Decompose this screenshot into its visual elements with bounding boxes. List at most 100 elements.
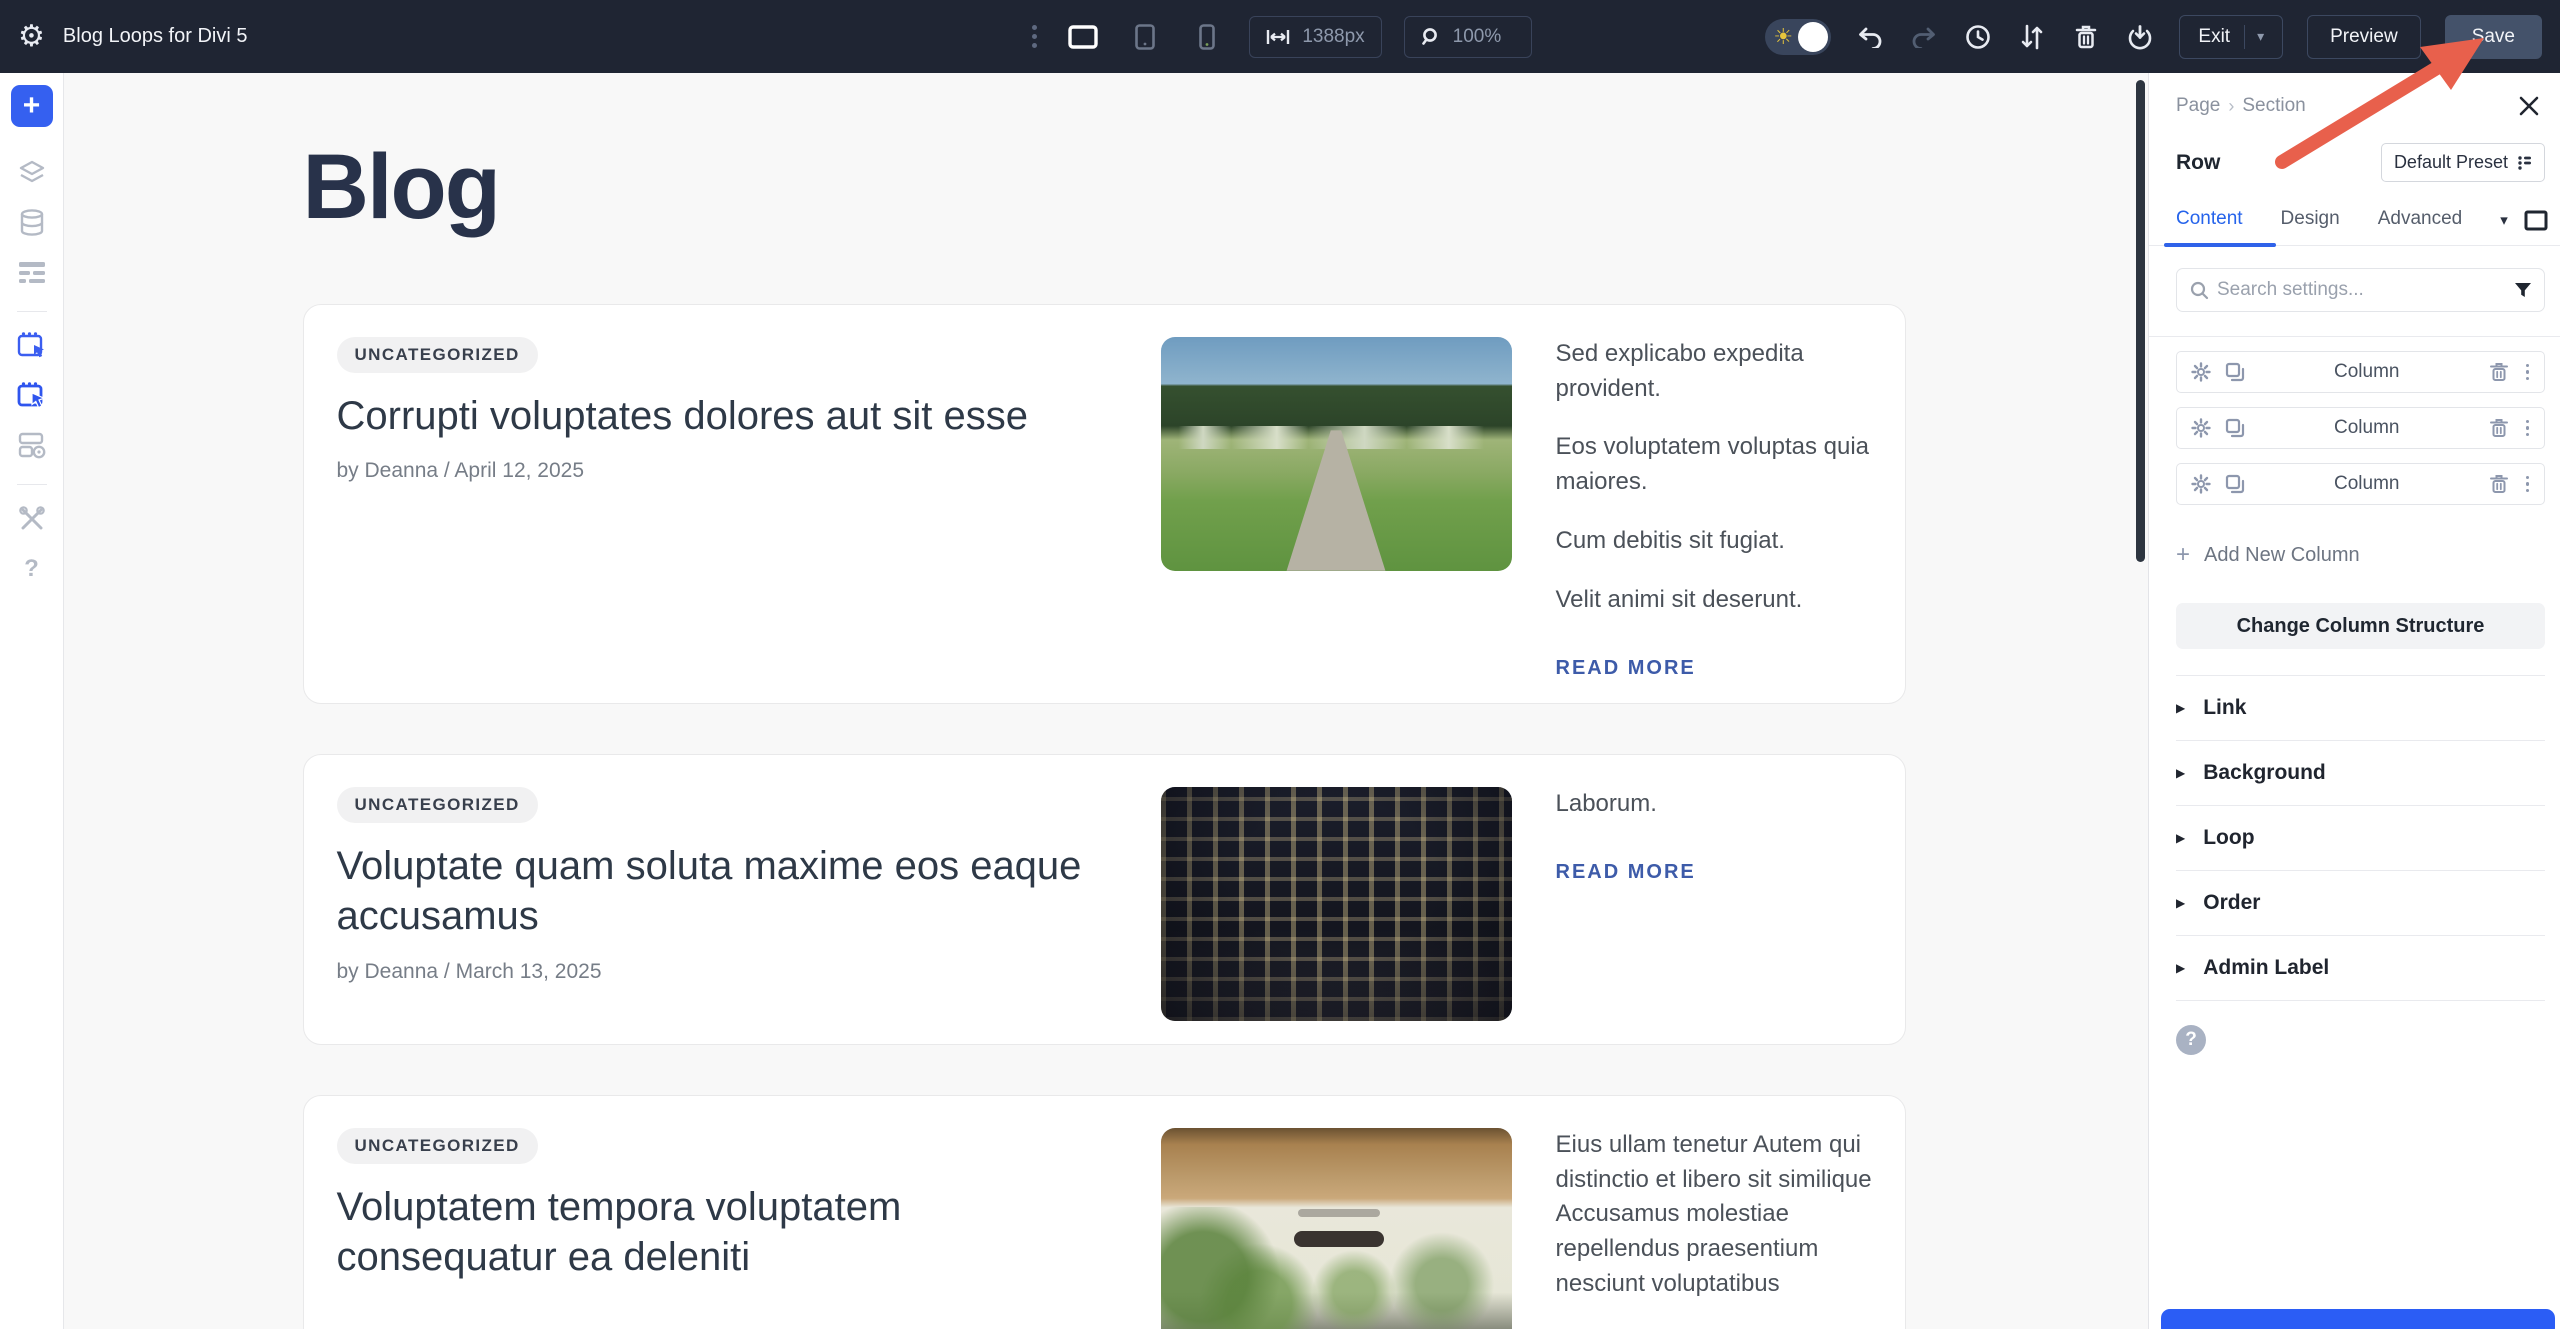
toolbar-kebab-menu-icon[interactable] [1028,21,1041,52]
column-duplicate-icon[interactable] [2223,416,2247,440]
default-preset-button[interactable]: Default Preset [2381,143,2545,182]
read-more-link[interactable]: READ MORE [1556,654,1696,683]
column-row-3[interactable]: Column [2176,463,2545,505]
desktop-view-button[interactable] [1063,17,1103,57]
column-delete-trash-icon[interactable] [2487,472,2511,496]
window-cursor-icon [17,331,47,361]
column-duplicate-icon[interactable] [2223,360,2247,384]
section-loop[interactable]: ▶ Loop [2176,805,2545,870]
change-column-structure-button[interactable]: Change Column Structure [2176,603,2545,649]
post-meta[interactable]: by Deanna / March 13, 2025 [337,960,1117,984]
undo-icon [1857,26,1883,48]
zoom-level-input[interactable]: 100% [1404,16,1532,58]
post-title[interactable]: Corrupti voluptates dolores aut sit esse [337,391,1117,441]
read-more-link[interactable]: READ MORE [1556,858,1696,887]
phone-view-button[interactable] [1187,17,1227,57]
canvas-width-input[interactable]: 1388px [1249,16,1381,58]
page-structure-button[interactable] [12,253,52,293]
page-settings-gear-icon[interactable]: ⚙ [18,22,45,52]
post-category-badge[interactable]: UNCATEGORIZED [337,337,538,373]
section-link[interactable]: ▶ Link [2176,675,2545,740]
post-category-badge[interactable]: UNCATEGORIZED [337,787,538,823]
blog-heading[interactable]: Blog [303,135,1906,241]
desktop-preview-icon[interactable] [2524,210,2548,231]
excerpt-paragraph: Eos voluptatem voluptas quia maiores. [1556,430,1899,500]
post-title[interactable]: Voluptate quam soluta maxime eos eaque a… [337,841,1117,942]
close-icon [2516,93,2542,119]
column-kebab-menu-icon[interactable] [2523,361,2533,384]
column-row-label: Column [2247,417,2487,439]
search-settings-input[interactable] [2176,268,2545,312]
blog-post-card[interactable]: UNCATEGORIZED Corrupti voluptates dolore… [303,304,1906,704]
column-row-2[interactable]: Column [2176,407,2545,449]
plus-icon: + [2176,543,2190,567]
post-thumbnail-night-building[interactable] [1161,787,1512,1021]
section-admin-label[interactable]: ▶ Admin Label [2176,935,2545,1000]
column-kebab-menu-icon[interactable] [2523,417,2533,440]
panel-save-bar[interactable] [2161,1309,2555,1329]
section-label: Link [2203,696,2246,720]
column-delete-trash-icon[interactable] [2487,360,2511,384]
toolbar-center-group: 1388px 100% [1028,16,1531,58]
layers-panel-button[interactable] [12,153,52,193]
tablet-view-button[interactable] [1125,17,1165,57]
click-mode-button[interactable] [12,326,52,366]
column-kebab-menu-icon[interactable] [2523,473,2533,496]
layers-icon [17,158,47,188]
close-panel-button[interactable] [2516,93,2542,119]
column-settings-gear-icon[interactable] [2189,360,2213,384]
tools-wrench-icon [18,505,46,533]
post-category-badge[interactable]: UNCATEGORIZED [337,1128,538,1164]
breadcrumb-section[interactable]: Section [2242,95,2305,117]
help-button[interactable]: ? [12,549,52,589]
section-order[interactable]: ▶ Order [2176,870,2545,935]
column-row-1[interactable]: Column [2176,351,2545,393]
section-background[interactable]: ▶ Background [2176,740,2545,805]
post-thumbnail-car-interior[interactable] [1161,1128,1512,1329]
excerpt-paragraph: Laborum. [1556,787,1899,822]
add-module-button[interactable]: + [11,85,53,127]
responsive-caret-down-icon[interactable]: ▾ [2500,211,2508,229]
breadcrumb-page[interactable]: Page [2176,95,2220,117]
preview-button[interactable]: Preview [2307,15,2421,59]
exit-caret-down-icon[interactable]: ▾ [2257,28,2264,45]
save-button[interactable]: Save [2445,15,2542,59]
panel-help-button[interactable]: ? [2176,1025,2206,1055]
redo-button[interactable] [1909,22,1939,52]
tab-advanced[interactable]: Advanced [2378,208,2463,246]
sidebar-divider [17,484,47,485]
light-dark-mode-toggle[interactable]: ☀ [1765,19,1831,55]
active-tab-underline [2164,243,2276,247]
undo-button[interactable] [1855,22,1885,52]
canvas-width-value: 1388px [1302,26,1364,48]
hover-mode-button[interactable] [12,376,52,416]
builder-tools-button[interactable] [12,499,52,539]
column-duplicate-icon[interactable] [2223,472,2247,496]
dynamic-data-button[interactable] [12,203,52,243]
tab-design[interactable]: Design [2281,208,2340,246]
post-thumbnail-forest-path[interactable] [1161,337,1512,571]
column-settings-gear-icon[interactable] [2189,416,2213,440]
tabs-extra-controls: ▾ [2500,210,2548,245]
preview-grid-button[interactable] [12,426,52,466]
preset-icon [2517,155,2532,170]
layers-order-button[interactable] [2017,22,2047,52]
trash-button[interactable] [2071,22,2101,52]
filter-funnel-icon[interactable] [2514,282,2532,298]
history-button[interactable] [1963,22,1993,52]
blog-post-card[interactable]: UNCATEGORIZED Voluptatem tempora volupta… [303,1095,1906,1329]
post-meta[interactable]: by Deanna / April 12, 2025 [337,459,1117,483]
tablet-icon [1135,24,1155,50]
blog-post-card[interactable]: UNCATEGORIZED Voluptate quam soluta maxi… [303,754,1906,1045]
exit-button[interactable]: Exit ▾ [2179,15,2283,59]
sun-icon: ☀ [1773,26,1793,48]
canvas-scrollbar[interactable] [2136,80,2145,562]
portability-button[interactable] [2125,22,2155,52]
post-title[interactable]: Voluptatem tempora voluptatem consequatu… [337,1182,1117,1283]
add-new-column-button[interactable]: + Add New Column [2176,543,2545,567]
tab-content[interactable]: Content [2176,208,2243,246]
post-text-column: UNCATEGORIZED Voluptate quam soluta maxi… [337,787,1117,1021]
toggle-knob [1798,22,1828,52]
column-settings-gear-icon[interactable] [2189,472,2213,496]
column-delete-trash-icon[interactable] [2487,416,2511,440]
